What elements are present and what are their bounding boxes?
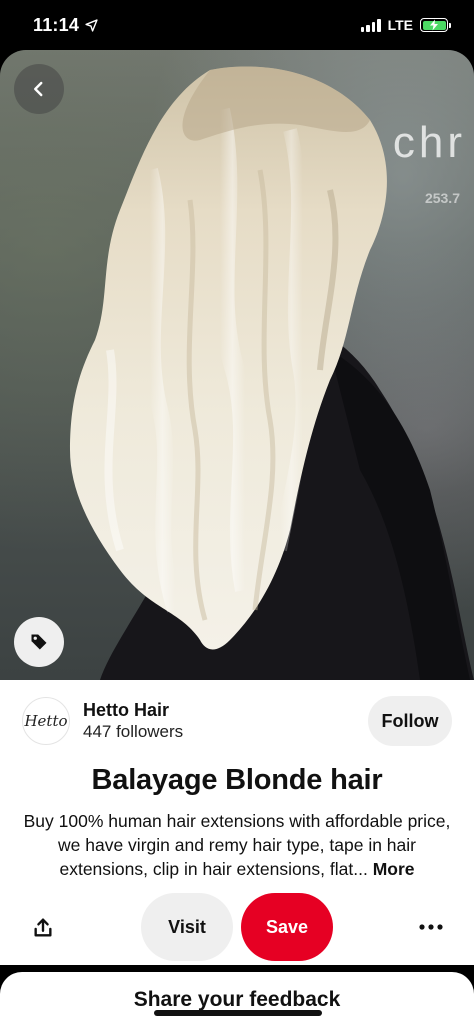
share-feedback-label[interactable]: Share your feedback xyxy=(0,988,474,1012)
pin-image[interactable]: chr 253.7 xyxy=(0,50,474,680)
status-time: 11:14 xyxy=(33,14,80,35)
more-link[interactable]: More xyxy=(373,859,415,879)
pin-title: Balayage Blonde hair xyxy=(91,764,383,796)
chevron-left-icon xyxy=(34,81,43,97)
back-button[interactable] xyxy=(14,64,64,114)
battery-icon xyxy=(420,18,451,32)
battery-level xyxy=(422,19,446,31)
pin-description: Buy 100% human hair extensions with affo… xyxy=(22,809,452,881)
share-button[interactable] xyxy=(28,913,58,943)
creator-row: Hetto Hetto Hair 447 followers Follow xyxy=(22,696,452,746)
ellipsis-icon xyxy=(419,924,443,930)
status-indicators: LTE xyxy=(360,17,451,33)
creator-info: Hetto Hair 447 followers xyxy=(83,700,183,743)
more-options-button[interactable] xyxy=(416,915,446,939)
signal-icon xyxy=(360,18,381,32)
follow-button[interactable]: Follow xyxy=(368,696,452,746)
save-button[interactable]: Save xyxy=(241,893,333,961)
tag-icon xyxy=(31,634,47,650)
hair-photo xyxy=(70,66,474,680)
avatar-text: Hetto xyxy=(24,712,68,730)
creator-name[interactable]: Hetto Hair xyxy=(83,700,183,721)
creator-followers: 447 followers xyxy=(83,721,184,741)
charging-bolt-icon xyxy=(430,19,438,31)
status-bar: 11:14 LTE xyxy=(0,0,474,50)
screen: 11:14 LTE chr 253.7 Hetto Hetto Hair 447… xyxy=(0,0,474,1025)
home-indicator xyxy=(154,1010,322,1016)
visit-button[interactable]: Visit xyxy=(141,893,233,961)
action-row: Visit Save xyxy=(0,893,474,963)
status-time-group: 11:14 xyxy=(33,15,98,36)
pin-details-panel: Hetto Hetto Hair 447 followers Follow Ba… xyxy=(0,680,474,965)
network-type: LTE xyxy=(387,17,413,33)
product-tag-button[interactable] xyxy=(14,617,64,667)
location-arrow-icon xyxy=(85,18,98,32)
share-icon xyxy=(34,918,52,937)
avatar[interactable]: Hetto xyxy=(22,697,70,745)
feedback-sheet[interactable]: Share your feedback xyxy=(0,972,474,1025)
